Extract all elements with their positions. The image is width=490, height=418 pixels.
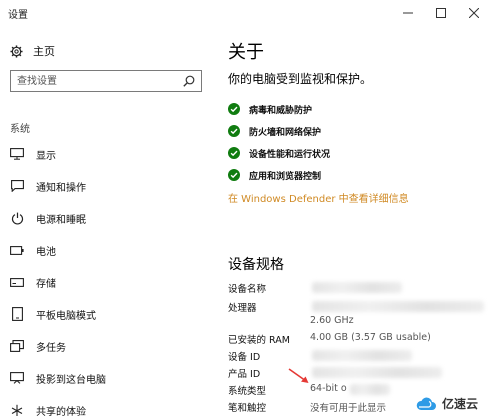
battery-icon [10, 243, 24, 257]
spec-label: 笔和触控 [228, 403, 267, 414]
spec-label: 设备 ID [228, 352, 261, 363]
search-input[interactable] [11, 71, 181, 91]
spec-value: 64-bit o [310, 383, 347, 394]
list-item: 防火墙和网络保护 [228, 120, 330, 142]
watermark-text: 亿速云 [441, 397, 478, 411]
sidebar-item-label: 存储 [36, 278, 56, 290]
home-button[interactable]: 主页 [10, 43, 55, 59]
gear-icon [10, 44, 23, 58]
project-icon [10, 371, 24, 385]
list-item: 病毒和威胁防护 [228, 98, 330, 120]
spec-label: 已安装的 RAM [228, 335, 290, 346]
sidebar-item-project-to-pc[interactable]: 投影到这台电脑 [0, 362, 214, 394]
spec-label: 设备名称 [228, 284, 267, 295]
check-label: 防火墙和网络保护 [249, 127, 322, 138]
close-icon [468, 8, 479, 18]
redacted-value [312, 367, 442, 378]
redacted-value [350, 384, 390, 395]
section-label-system: 系统 [10, 124, 30, 135]
storage-icon [10, 275, 24, 289]
check-circle-icon [228, 125, 240, 137]
sidebar-item-label: 平板电脑模式 [36, 310, 96, 322]
spec-value: 没有可用于此显示 [310, 403, 387, 414]
monitor-icon [10, 147, 24, 161]
sidebar-item-display[interactable]: 显示 [0, 138, 214, 170]
annotation-arrow-icon [288, 368, 309, 383]
sidebar-item-label: 通知和操作 [36, 182, 86, 194]
window-title: 设置 [8, 10, 28, 21]
defender-details-link[interactable]: 在 Windows Defender 中查看详细信息 [228, 190, 409, 205]
sidebar-nav: 显示 通知和操作 电源和睡眠 电池 存储 平板电脑模式 多任务 投影到这台电脑 … [0, 138, 214, 418]
redacted-value [312, 282, 402, 293]
check-label: 设备性能和运行状况 [249, 149, 331, 160]
spec-value: 2.60 GHz [310, 315, 354, 326]
sidebar-item-power[interactable]: 电源和睡眠 [0, 202, 214, 234]
spec-label: 处理器 [228, 303, 257, 314]
maximize-button[interactable] [424, 0, 457, 26]
search-box[interactable] [10, 70, 202, 92]
home-label: 主页 [33, 45, 55, 58]
sidebar-item-label: 显示 [36, 150, 56, 162]
sidebar-item-tablet-mode[interactable]: 平板电脑模式 [0, 298, 214, 330]
minimize-button[interactable] [391, 0, 424, 26]
minimize-icon [402, 12, 413, 14]
spec-value: 4.00 GB (3.57 GB usable) [310, 332, 431, 343]
main-content: 关于 你的电脑受到监视和保护。 病毒和威胁防护 防火墙和网络保护 设备性能和运行… [228, 26, 490, 418]
watermark-logo: 亿速云 [415, 395, 478, 412]
cloud-logo-icon [416, 397, 436, 410]
sidebar-item-label: 共享的体验 [36, 406, 86, 418]
protection-status: 你的电脑受到监视和保护。 [228, 72, 373, 86]
spec-label: 系统类型 [228, 386, 267, 397]
close-button[interactable] [457, 0, 490, 26]
sidebar-item-label: 多任务 [36, 342, 66, 354]
window-controls [391, 0, 490, 26]
sidebar-item-label: 电源和睡眠 [36, 214, 86, 226]
check-circle-icon [228, 169, 240, 181]
check-label: 病毒和威胁防护 [249, 105, 313, 116]
sidebar-item-battery[interactable]: 电池 [0, 234, 214, 266]
protection-list: 病毒和威胁防护 防火墙和网络保护 设备性能和运行状况 应用和浏览器控制 [228, 98, 330, 186]
power-icon [10, 211, 24, 225]
title-bar: 设置 [0, 0, 490, 26]
notification-icon [10, 179, 24, 193]
page-title: 关于 [228, 42, 264, 63]
tablet-icon [10, 307, 24, 321]
check-circle-icon [228, 103, 240, 115]
search-icon[interactable] [183, 75, 195, 87]
sidebar-item-multitasking[interactable]: 多任务 [0, 330, 214, 362]
shared-icon [10, 403, 24, 417]
redacted-value [312, 301, 484, 312]
check-label: 应用和浏览器控制 [249, 171, 322, 182]
check-circle-icon [228, 147, 240, 159]
list-item: 设备性能和运行状况 [228, 142, 330, 164]
spec-label: 产品 ID [228, 369, 261, 380]
maximize-icon [435, 8, 446, 18]
sidebar-item-label: 投影到这台电脑 [36, 374, 106, 386]
sidebar: 主页 系统 显示 通知和操作 电源和睡眠 [0, 26, 214, 418]
sidebar-item-label: 电池 [36, 246, 56, 258]
sidebar-item-storage[interactable]: 存储 [0, 266, 214, 298]
sidebar-item-notifications[interactable]: 通知和操作 [0, 170, 214, 202]
section-title-device-specs: 设备规格 [228, 257, 284, 273]
redacted-value [312, 350, 412, 361]
multitask-icon [10, 339, 24, 353]
sidebar-item-shared-experiences[interactable]: 共享的体验 [0, 394, 214, 418]
list-item: 应用和浏览器控制 [228, 164, 330, 186]
